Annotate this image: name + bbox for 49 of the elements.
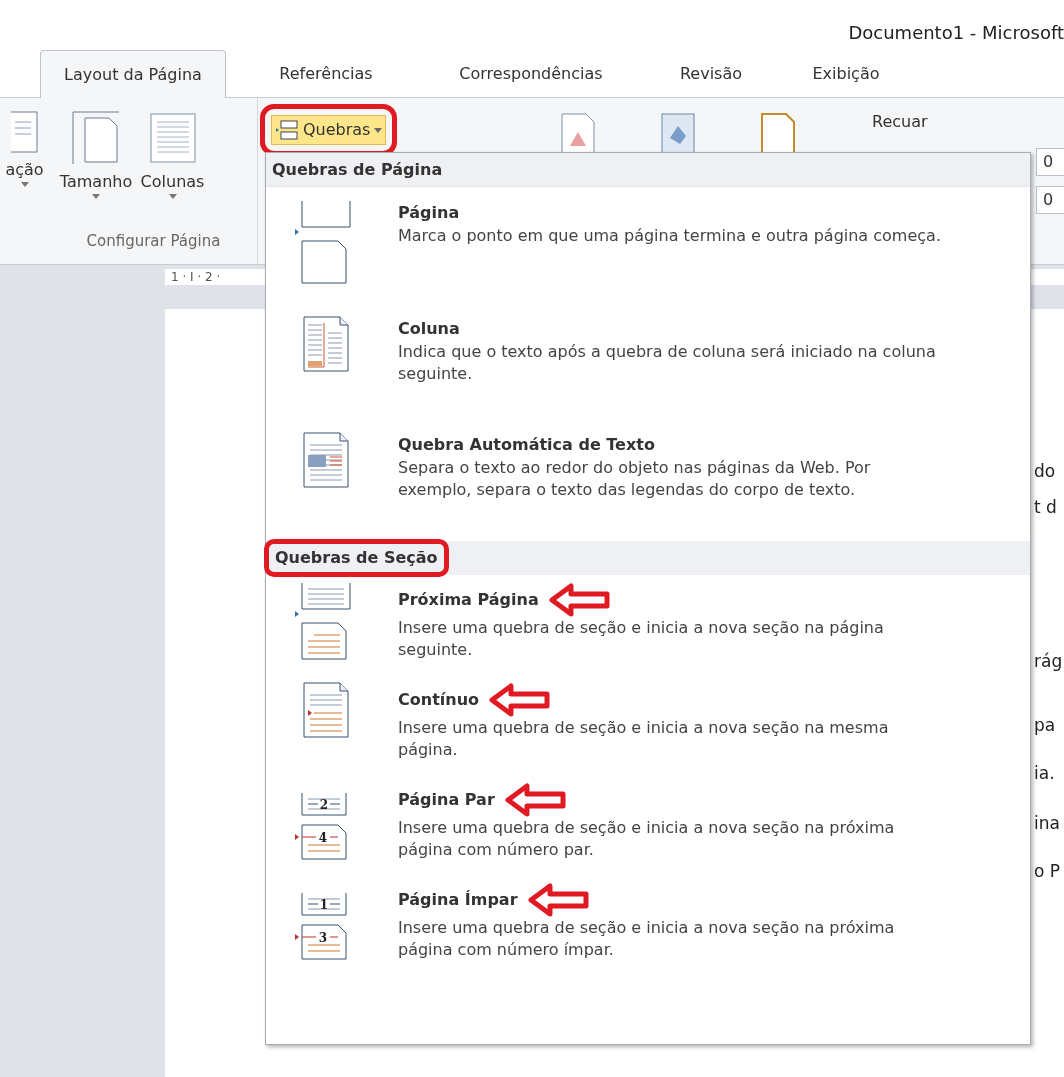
- menu-item-description: Separa o texto ao redor do objeto nas páginas da Web. Por exemplo, separa o texto das legendas do corpo de texto.: [398, 457, 872, 501]
- ribbon-tab[interactable]: Revisão: [636, 50, 786, 97]
- body-text: ina: [1034, 812, 1061, 835]
- ribbon-tab[interactable]: Layout da Página: [40, 50, 226, 98]
- ribbon-command[interactable]: ação: [0, 108, 52, 228]
- page-icon: [10, 108, 39, 156]
- menu-item-description: Insere uma quebra de seção e inicia a nova seção na próxima página com número par.: [398, 817, 896, 861]
- menu-item-title: Coluna: [398, 318, 460, 340]
- ribbon-command[interactable]: Tamanho: [60, 108, 132, 228]
- dropdown-arrow-icon: [20, 182, 29, 187]
- section-header: Quebras de Seção: [275, 547, 438, 569]
- ribbon-tab[interactable]: Correspondências: [426, 50, 636, 97]
- body-text: rág: [1034, 650, 1064, 673]
- ribbon-command[interactable]: Colunas: [140, 108, 205, 228]
- body-text: t d: [1034, 496, 1058, 519]
- section-header: Quebras de Página: [272, 158, 443, 181]
- menu-item-description: Marca o ponto em que uma página termina e outra página começa.: [398, 225, 942, 247]
- breaks-button[interactable]: Quebras: [271, 115, 387, 145]
- menu-item-title: Próxima Página: [398, 589, 539, 611]
- menu-item[interactable]: Coluna Indica que o texto após a quebra de coluna será iniciado na coluna seguinte.: [266, 303, 1030, 419]
- menu-item-title: Página: [398, 202, 460, 224]
- menu-item-description: Indica que o texto após a quebra de coluna será iniciado na coluna seguinte.: [398, 341, 937, 385]
- menu-item-title: Contínuo: [398, 689, 480, 711]
- menu-item[interactable]: Contínuo Insere uma quebra de seção e inicia a nova seção na mesma página.: [266, 675, 1030, 775]
- menu-item-description: Insere uma quebra de seção e inicia a nova seção na página seguinte.: [398, 617, 885, 661]
- body-text: do: [1034, 460, 1057, 483]
- menu-item[interactable]: 2 4 Página Par Insere uma quebra de seção e inicia a nova seção na próxima página com número par.: [266, 775, 1030, 875]
- dropdown-arrow-icon: [374, 127, 383, 133]
- menu-item[interactable]: Quebra Automática de Texto Separa o texto ao redor do objeto nas páginas da Web. Por exemplo, separa o texto das legendas do corpo de texto.: [266, 419, 1030, 535]
- input-field[interactable]: 0: [1036, 148, 1064, 176]
- menu-item[interactable]: 1 3 Página Ímpar Insere uma quebra de seção e inicia a nova seção na próxima página com número ímpar.: [266, 875, 1030, 975]
- page-break-icon: [275, 119, 299, 141]
- body-text: o P: [1034, 860, 1062, 883]
- menu-item[interactable]: Próxima Página Insere uma quebra de seção e inicia a nova seção na página seguinte.: [266, 575, 1030, 675]
- ribbon-tab[interactable]: Referências: [226, 50, 426, 97]
- window-title: Documento1 - Microsoft: [848, 21, 1064, 45]
- dropdown-arrow-icon: [168, 194, 177, 199]
- menu-item-title: Página Par: [398, 789, 495, 811]
- menu-item-title: Página Ímpar: [398, 889, 518, 911]
- group-label: Configurar Página: [85, 231, 222, 252]
- body-text: pa: [1034, 714, 1057, 737]
- dropdown-arrow-icon: [92, 194, 100, 199]
- menu-item-title: Quebra Automática de Texto: [398, 434, 655, 456]
- ribbon-tab[interactable]: Exibição: [786, 50, 906, 97]
- body-text: ia.: [1034, 762, 1056, 785]
- menu-item-description: Insere uma quebra de seção e inicia a nova seção na mesma página.: [398, 717, 890, 761]
- indent-label: Recuar: [871, 111, 929, 133]
- input-field[interactable]: 0: [1036, 186, 1064, 214]
- menu-item-description: Insere uma quebra de seção e inicia a nova seção na próxima página com número ímpar.: [398, 917, 896, 961]
